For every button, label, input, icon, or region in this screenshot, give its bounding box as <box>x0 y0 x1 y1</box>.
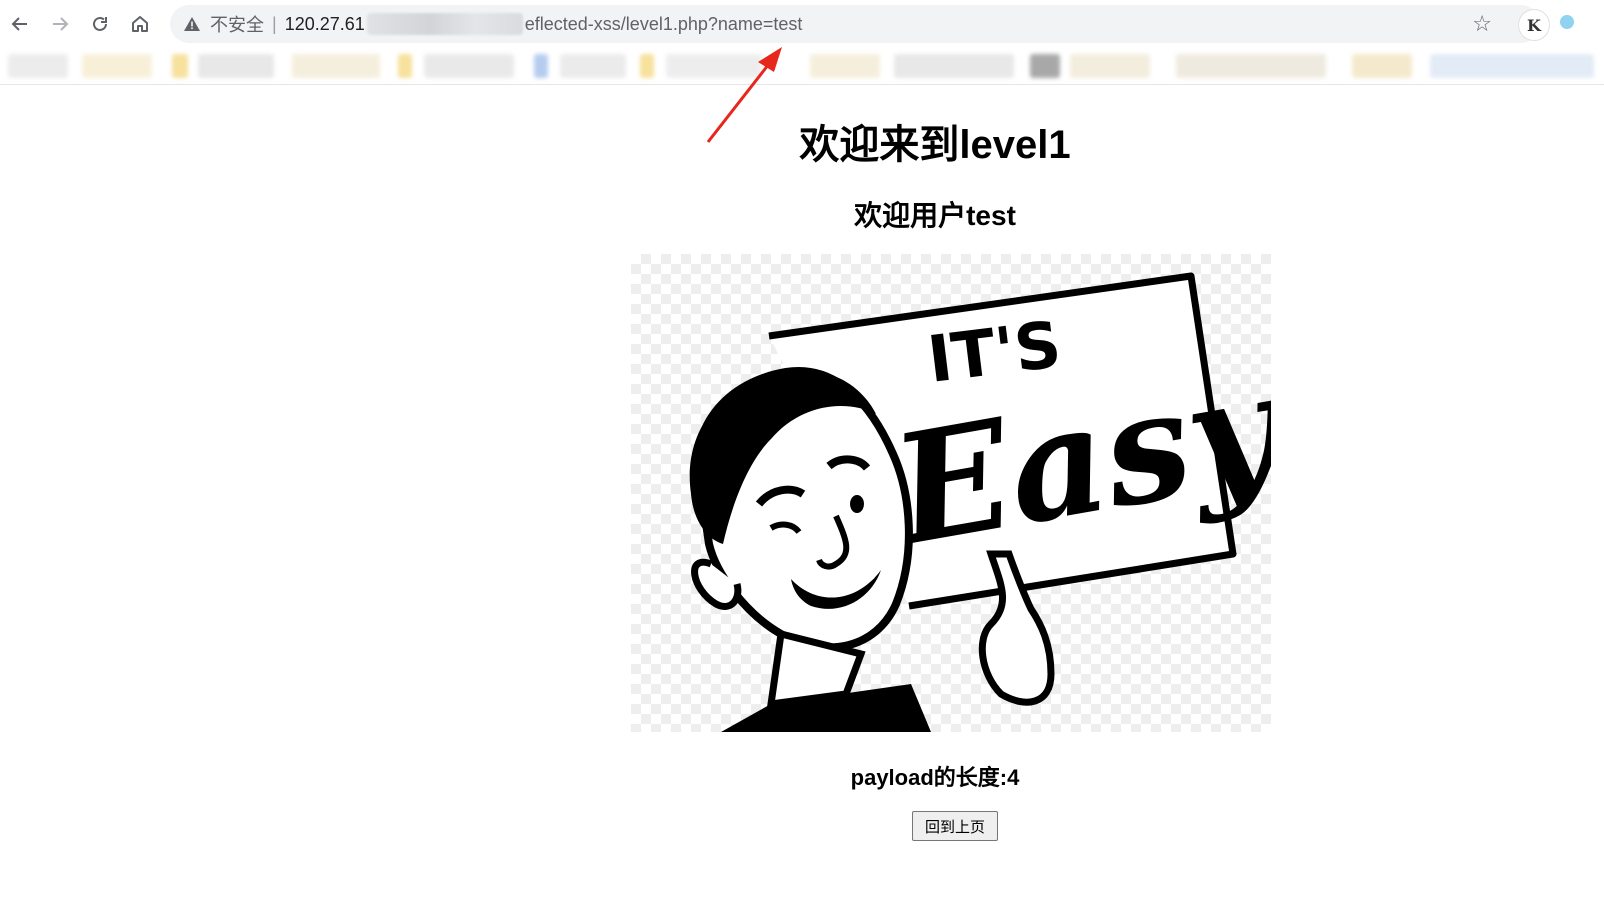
go-back-button[interactable]: 回到上页 <box>912 811 998 841</box>
arrow-left-icon <box>11 17 27 31</box>
bookmark-item[interactable] <box>292 54 380 78</box>
extension-label: K <box>1527 15 1541 35</box>
its-easy-image: IT'S Easy <box>631 254 1298 732</box>
security-status-label[interactable]: 不安全 <box>210 11 264 37</box>
bookmark-item[interactable] <box>172 54 188 78</box>
extension-icon-2[interactable] <box>1560 15 1574 29</box>
payload-length-text: payload的长度:4 <box>850 765 1020 790</box>
bookmark-item[interactable] <box>534 54 548 78</box>
reload-icon <box>93 16 107 31</box>
warning-icon[interactable] <box>182 16 202 32</box>
bookmark-item[interactable] <box>1176 54 1326 78</box>
bookmark-item[interactable] <box>810 54 880 78</box>
url-path: eflected-xss/level1.php?name=test <box>524 13 803 34</box>
bookmark-item[interactable] <box>1070 54 1150 78</box>
back-button[interactable] <box>0 4 40 44</box>
page-title: 欢迎来到level1 <box>799 123 1071 167</box>
arrow-right-icon <box>53 17 69 31</box>
bookmark-item[interactable] <box>424 54 514 78</box>
welcome-message: 欢迎用户test <box>854 200 1016 231</box>
bookmark-item[interactable] <box>640 54 654 78</box>
reload-button[interactable] <box>80 4 120 44</box>
bookmark-item[interactable] <box>398 54 412 78</box>
bookmark-item[interactable] <box>1352 54 1412 78</box>
bookmark-item[interactable] <box>1430 54 1594 78</box>
bookmark-item[interactable] <box>8 54 68 78</box>
separator: | <box>272 13 277 34</box>
bookmark-item[interactable] <box>82 54 152 78</box>
home-button[interactable] <box>120 4 160 44</box>
extension-icon[interactable]: K <box>1518 9 1550 41</box>
its-easy-illustration: IT'S Easy <box>689 272 1298 732</box>
forward-button[interactable] <box>40 4 80 44</box>
url-host: 120.27.61 <box>284 13 365 34</box>
redacted-url-segment <box>366 13 523 35</box>
bookmark-item[interactable] <box>198 54 274 78</box>
bookmark-item[interactable] <box>666 54 762 78</box>
bookmark-item[interactable] <box>560 54 626 78</box>
bookmark-item[interactable] <box>1030 54 1060 78</box>
bookmark-item[interactable] <box>894 54 1014 78</box>
bookmark-star-icon[interactable]: ☆ <box>1472 11 1492 37</box>
page-content: 欢迎来到level1 欢迎用户test IT'S Easy payload的长度… <box>0 90 1604 904</box>
home-icon <box>132 16 148 32</box>
browser-toolbar: 不安全 | 120.27.61 eflected-xss/level1.php?… <box>0 0 1604 48</box>
address-bar[interactable]: 不安全 | 120.27.61 eflected-xss/level1.php?… <box>170 5 1540 43</box>
bookmarks-bar <box>0 48 1604 85</box>
